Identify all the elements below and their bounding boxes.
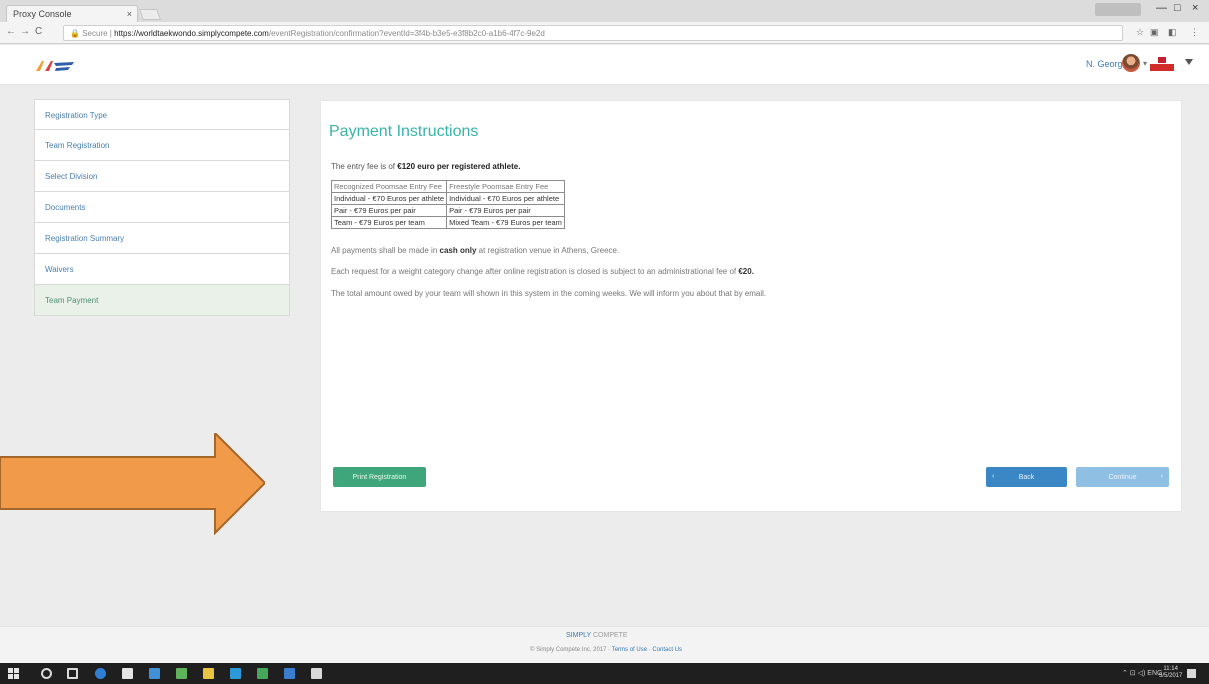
weight-change-prefix: Each request for a weight category chang… <box>331 267 737 276</box>
registration-steps-sidebar: Registration Type Team Registration Sele… <box>34 99 290 316</box>
bookmark-star-icon[interactable]: ☆ <box>1136 27 1144 38</box>
weight-change-fee: €20. <box>738 267 754 276</box>
taskbar-clock[interactable]: 11:14 5/5/2017 <box>1159 666 1182 680</box>
language-flag-icon[interactable] <box>1150 57 1174 71</box>
app-icon[interactable] <box>176 668 187 679</box>
table-header-cell: Freestyle Poomsae Entry Fee <box>446 180 565 193</box>
entry-fee-prefix: The entry fee is of <box>331 162 396 171</box>
footer-logo: SIMPLY COMPETE <box>566 632 628 639</box>
new-tab-button[interactable] <box>138 9 162 20</box>
chevron-left-icon: ‹ <box>992 473 995 480</box>
sidebar-item-registration-summary[interactable]: Registration Summary <box>34 223 290 254</box>
table-cell: Pair - €79 Euros per pair <box>330 204 448 217</box>
footer-logo-subtext: COMPETE <box>592 632 628 639</box>
footer-logo-text: SIMPLY <box>566 632 592 639</box>
table-cell: Mixed Team - €79 Euros per team <box>446 216 565 229</box>
table-row: Team - €79 Euros per team Mixed Team - €… <box>330 216 565 229</box>
back-button-label: Back <box>1018 473 1035 481</box>
secure-label: Secure <box>82 29 108 38</box>
clock-date: 5/5/2017 <box>1159 673 1183 679</box>
store-icon[interactable] <box>149 668 160 679</box>
pinned-app-icon[interactable] <box>311 668 322 679</box>
browser-menu-icon[interactable]: ⋮ <box>1190 27 1199 38</box>
payment-method-prefix: All payments shall be made in <box>331 246 438 255</box>
copyright-text: © Simply Compete Inc. 2017 · <box>530 647 611 653</box>
total-owed-text: The total amount owed by your team will … <box>331 289 767 298</box>
url-host: https://worldtaekwondo.simplycompete.com <box>114 29 269 38</box>
user-avatar[interactable] <box>1122 54 1140 72</box>
app-header: N. Georgiu ▾ <box>0 45 1209 85</box>
table-cell: Team - €79 Euros per team <box>330 216 448 229</box>
chevron-down-icon[interactable]: ▾ <box>1143 59 1147 68</box>
back-arrow-icon[interactable]: ← <box>6 26 16 37</box>
window-close-button[interactable]: × <box>1192 2 1198 14</box>
continue-button-label: Continue <box>1108 473 1137 481</box>
continue-button[interactable]: Continue › <box>1076 467 1169 487</box>
app-logo-icon[interactable] <box>34 59 76 73</box>
footer-copyright: © Simply Compete Inc. 2017 · Terms of Us… <box>530 647 682 653</box>
table-header-cell: Recognized Poomsae Entry Fee <box>330 180 448 193</box>
back-button[interactable]: ‹ Back <box>986 467 1067 487</box>
orange-arrow-icon <box>0 433 265 535</box>
windows-taskbar: ⌃ ⊡ ◁) ENG 11:14 5/5/2017 <box>0 663 1209 684</box>
extension-icon-2[interactable]: ◧ <box>1168 27 1177 38</box>
reload-icon[interactable]: C <box>35 26 42 37</box>
minimize-button[interactable]: — <box>1156 2 1167 14</box>
payment-method-text: All payments shall be made in cash only … <box>331 246 619 255</box>
browser-tab-bar: Proxy Console × — □ × <box>0 0 1209 22</box>
payment-method-bold: cash only <box>439 246 477 255</box>
lock-icon: 🔒 <box>70 29 80 38</box>
payment-method-suffix: at registration venue in Athens, Greece. <box>478 246 620 255</box>
sidebar-item-select-division[interactable]: Select Division <box>34 161 290 192</box>
file-explorer-icon[interactable] <box>122 668 133 679</box>
search-icon[interactable] <box>41 668 52 679</box>
print-registration-button[interactable]: Print Registration <box>333 467 426 487</box>
browser-tab[interactable]: Proxy Console × <box>6 5 138 22</box>
windows-start-icon[interactable] <box>8 668 19 679</box>
weight-change-fee-text: Each request for a weight category chang… <box>331 267 754 276</box>
terms-link[interactable]: Terms of Use <box>612 647 647 653</box>
task-view-icon[interactable] <box>67 668 78 679</box>
entry-fee-text: The entry fee is of €120 euro per regist… <box>331 162 520 171</box>
excel-icon[interactable] <box>257 668 268 679</box>
sidebar-item-team-registration[interactable]: Team Registration <box>34 130 290 161</box>
table-row: Pair - €79 Euros per pair Pair - €79 Eur… <box>330 204 565 217</box>
fees-table: Recognized Poomsae Entry Fee Freestyle P… <box>330 180 565 229</box>
table-cell: Pair - €79 Euros per pair <box>446 204 565 217</box>
sidebar-item-team-payment[interactable]: Team Payment <box>34 285 290 316</box>
edge-browser-icon[interactable] <box>95 668 106 679</box>
clock-time: 11:14 <box>1163 666 1178 672</box>
chevron-right-icon: › <box>1160 473 1163 480</box>
table-cell: Individual - €70 Euros per athlete <box>446 192 565 205</box>
entry-fee-amount: €120 euro per registered athlete. <box>397 162 521 171</box>
page-footer: SIMPLY COMPETE © Simply Compete Inc. 201… <box>0 626 1209 663</box>
table-header-row: Recognized Poomsae Entry Fee Freestyle P… <box>330 180 565 193</box>
outlook-icon[interactable] <box>230 668 241 679</box>
notification-center-icon[interactable] <box>1187 669 1196 678</box>
maximize-button[interactable]: □ <box>1174 2 1181 14</box>
tab-close-icon[interactable]: × <box>127 9 132 19</box>
url-path: /eventRegistration/confirmation?eventId=… <box>268 29 545 38</box>
page-title: Payment Instructions <box>329 123 479 140</box>
forward-arrow-icon[interactable]: → <box>20 26 30 37</box>
word-icon[interactable] <box>284 668 295 679</box>
sidebar-item-waivers[interactable]: Waivers <box>34 254 290 285</box>
browser-address-bar: ← → C 🔒 Secure | https://worldtaekwondo.… <box>0 22 1209 44</box>
sidebar-item-registration-type[interactable]: Registration Type <box>34 99 290 130</box>
table-cell: Individual - €70 Euros per athlete <box>330 192 448 205</box>
sidebar-item-documents[interactable]: Documents <box>34 192 290 223</box>
table-row: Individual - €70 Euros per athlete Indiv… <box>330 192 565 205</box>
tab-title: Proxy Console <box>13 9 72 19</box>
system-tray-icons[interactable]: ⌃ ⊡ ◁) ENG <box>1122 669 1162 677</box>
url-input[interactable]: 🔒 Secure | https://worldtaekwondo.simply… <box>63 25 1123 41</box>
payment-panel: Payment Instructions The entry fee is of… <box>320 100 1182 512</box>
contact-link[interactable]: Contact Us <box>652 647 682 653</box>
extension-icon[interactable]: ▣ <box>1150 27 1159 38</box>
browser-profile-chip[interactable] <box>1095 3 1141 16</box>
header-menu-chevron-icon[interactable] <box>1185 58 1193 66</box>
folder-icon[interactable] <box>203 668 214 679</box>
